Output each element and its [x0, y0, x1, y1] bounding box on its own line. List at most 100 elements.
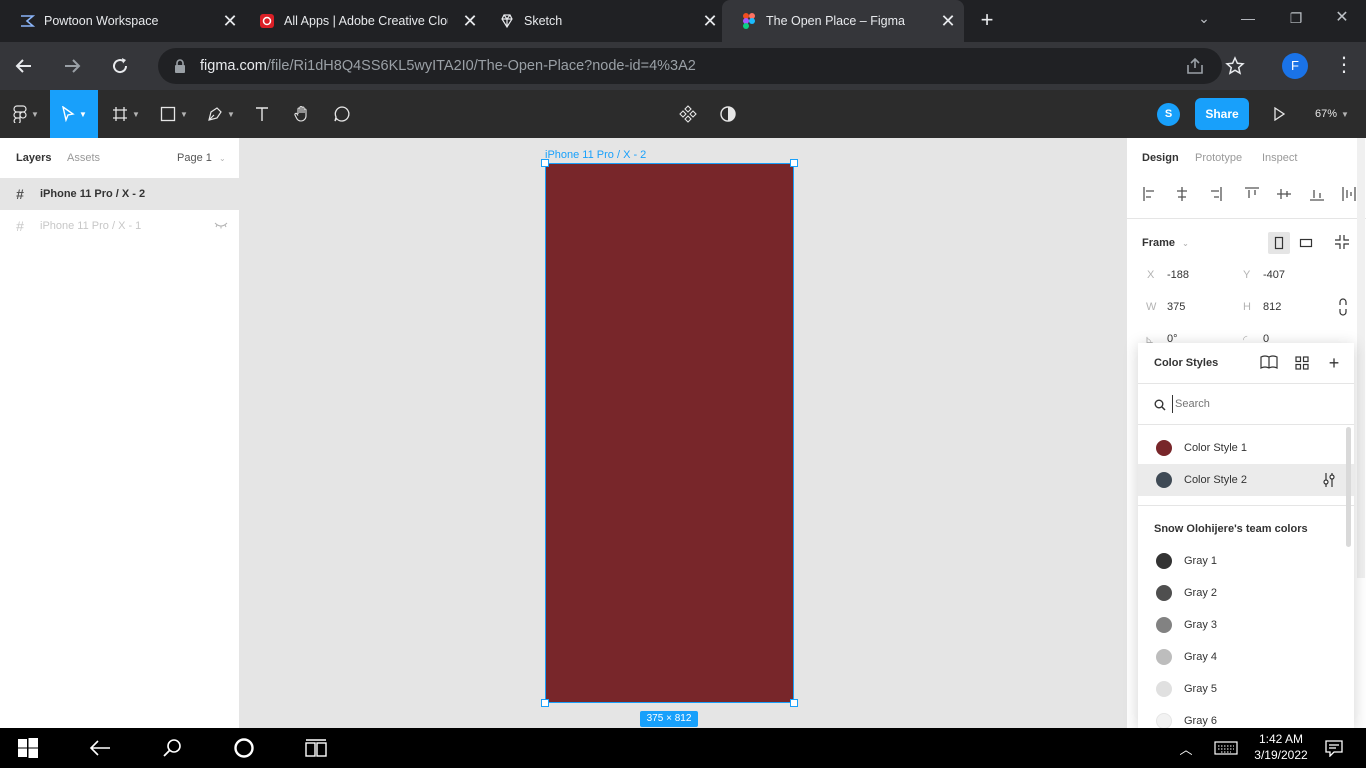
minimize-icon[interactable]: — [1238, 8, 1258, 28]
landscape-orientation-button[interactable] [1295, 232, 1317, 254]
windows-taskbar: ︿ 1:42 AM 3/19/2022 [0, 728, 1366, 768]
comment-tool-button[interactable] [328, 90, 356, 138]
search-input[interactable] [1172, 395, 1342, 413]
cortana-icon[interactable] [232, 736, 256, 760]
color-style-name: Gray 2 [1184, 587, 1218, 599]
notifications-icon[interactable] [1322, 736, 1346, 760]
iphone-frame[interactable] [545, 163, 794, 703]
frame-section-title[interactable]: Frame ⌄ [1142, 237, 1189, 249]
forward-icon[interactable] [60, 54, 84, 78]
close-icon[interactable]: ✕ [1332, 8, 1352, 28]
color-style-item[interactable]: Gray 3 [1138, 609, 1354, 641]
tab-adobe[interactable]: All Apps | Adobe Creative Clou ✕ [240, 0, 486, 42]
tab-assets[interactable]: Assets [67, 152, 100, 164]
keyboard-icon[interactable] [1212, 736, 1240, 760]
color-style-item[interactable]: Gray 1 [1138, 545, 1354, 577]
tab-title: Powtoon Workspace [44, 14, 159, 28]
page-selector[interactable]: Page 1 ⌄ [177, 152, 226, 164]
color-swatch [1156, 649, 1172, 665]
move-tool-button[interactable]: ▼ [50, 90, 98, 138]
color-style-item[interactable]: Gray 6 [1138, 705, 1354, 728]
hand-icon [294, 105, 307, 122]
figma-toolbar: ▼ ▼ ▼ ▼ ▼ S Share 67% ▼ [0, 90, 1366, 138]
tab-powtoon[interactable]: Powtoon Workspace ✕ [0, 0, 246, 42]
tab-design[interactable]: Design [1142, 152, 1179, 164]
color-style-item[interactable]: Gray 2 [1138, 577, 1354, 609]
edit-style-sliders-icon[interactable] [1322, 472, 1336, 491]
text-tool-button[interactable] [248, 90, 276, 138]
chevron-up-icon[interactable]: ︿ [1174, 736, 1198, 760]
color-style-item[interactable]: Gray 4 [1138, 641, 1354, 673]
list-scrollbar[interactable] [1346, 427, 1351, 547]
color-style-item[interactable]: Gray 5 [1138, 673, 1354, 705]
layer-row-selected[interactable]: # iPhone 11 Pro / X - 2 [0, 178, 240, 210]
tab-layers[interactable]: Layers [16, 152, 51, 164]
color-style-item-hovered[interactable]: Color Style 2 [1138, 464, 1354, 496]
pen-tool-button[interactable]: ▼ [200, 90, 242, 138]
x-field[interactable]: -188 [1167, 269, 1189, 281]
chevron-down-icon: ⌄ [1182, 239, 1189, 248]
w-field[interactable]: 375 [1167, 301, 1185, 313]
back-icon[interactable] [12, 54, 36, 78]
resize-handle[interactable] [790, 159, 798, 167]
task-view-icon[interactable] [304, 736, 328, 760]
resize-handle[interactable] [541, 159, 549, 167]
new-tab-button[interactable]: + [976, 9, 998, 31]
tab-sketch[interactable]: Sketch ✕ [480, 0, 726, 42]
collaborator-avatar[interactable]: S [1157, 103, 1180, 126]
panel-scrollbar[interactable] [1357, 138, 1365, 578]
constrain-proportions-icon[interactable] [1337, 298, 1349, 316]
library-book-icon[interactable] [1260, 355, 1278, 371]
bookmark-star-icon[interactable] [1223, 54, 1247, 78]
layer-row-hidden[interactable]: # iPhone 11 Pro / X - 1 [0, 210, 240, 242]
address-bar[interactable]: figma.com/file/Ri1dH8Q4SS6KL5wyITA2I0/Th… [158, 48, 1222, 84]
back-icon[interactable] [88, 736, 112, 760]
resize-to-fit-icon[interactable] [1334, 234, 1352, 252]
close-icon[interactable]: ✕ [462, 12, 478, 30]
search-icon[interactable] [160, 736, 184, 760]
components-button[interactable] [674, 90, 702, 138]
tab-title: Sketch [524, 14, 563, 28]
tab-prototype[interactable]: Prototype [1195, 152, 1242, 164]
zoom-control[interactable]: 67% ▼ [1306, 90, 1358, 138]
share-page-icon[interactable] [1183, 54, 1207, 78]
hidden-eye-icon[interactable] [214, 220, 228, 233]
system-clock[interactable]: 1:42 AM 3/19/2022 [1250, 731, 1312, 763]
grid-view-icon[interactable] [1295, 356, 1309, 370]
reload-icon[interactable] [108, 54, 132, 78]
cursor-icon [62, 106, 75, 122]
url-text: figma.com/file/Ri1dH8Q4SS6KL5wyITA2I0/Th… [200, 58, 696, 74]
tab-figma[interactable]: The Open Place – Figma ✕ [722, 0, 964, 42]
share-button[interactable]: Share [1195, 98, 1249, 130]
shape-tool-button[interactable]: ▼ [154, 90, 194, 138]
clock-time: 1:42 AM [1258, 732, 1304, 746]
rectangle-icon [160, 106, 176, 122]
h-field[interactable]: 812 [1263, 301, 1281, 313]
frame-tool-button[interactable]: ▼ [106, 90, 146, 138]
restore-icon[interactable]: ❐ [1286, 8, 1306, 28]
frame-label[interactable]: iPhone 11 Pro / X - 2 [545, 149, 646, 161]
tab-inspect[interactable]: Inspect [1262, 152, 1297, 164]
color-style-name: Gray 3 [1184, 619, 1218, 631]
close-icon[interactable]: ✕ [940, 12, 956, 30]
contrast-mode-button[interactable] [714, 90, 742, 138]
add-style-icon[interactable]: + [1326, 354, 1342, 372]
resize-handle[interactable] [541, 699, 549, 707]
divider [1138, 505, 1354, 506]
close-icon[interactable]: ✕ [702, 12, 718, 30]
design-canvas[interactable]: iPhone 11 Pro / X - 2 375 × 812 [240, 138, 1126, 728]
profile-avatar[interactable]: F [1282, 53, 1308, 79]
portrait-orientation-button[interactable] [1268, 232, 1290, 254]
figma-menu-button[interactable]: ▼ [6, 90, 46, 138]
frame-icon: # [16, 186, 24, 202]
resize-handle[interactable] [790, 699, 798, 707]
windows-start-icon[interactable] [16, 736, 40, 760]
color-style-item[interactable]: Color Style 1 [1138, 432, 1354, 464]
close-icon[interactable]: ✕ [222, 12, 238, 30]
more-menu-icon[interactable]: ⋮ [1334, 54, 1354, 78]
chevron-down-icon[interactable]: ⌄ [1194, 8, 1214, 28]
hand-tool-button[interactable] [288, 90, 316, 138]
browser-toolbar: figma.com/file/Ri1dH8Q4SS6KL5wyITA2I0/Th… [0, 42, 1366, 90]
present-button[interactable] [1268, 90, 1290, 138]
y-field[interactable]: -407 [1263, 269, 1285, 281]
